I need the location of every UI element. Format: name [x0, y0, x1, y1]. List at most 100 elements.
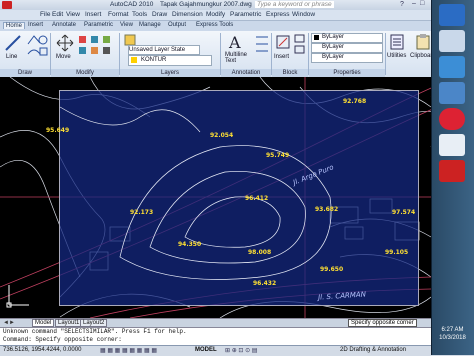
document-title: Tapak Gajahmungkur 2007.dwg	[160, 1, 252, 8]
tab-annotate[interactable]: Annotate	[52, 22, 76, 28]
menu-tools[interactable]: Tools	[132, 11, 147, 18]
menu-window[interactable]: Window	[292, 11, 315, 18]
color-swatch-icon	[314, 35, 319, 40]
insert-block-icon[interactable]	[275, 34, 291, 50]
layer-name: KONTUR	[141, 57, 167, 63]
block-panel-title: Block	[272, 69, 308, 77]
lineweight-dropdown[interactable]: ByLayer	[311, 43, 383, 53]
modify-tools-icon[interactable]	[78, 34, 116, 64]
folder-icon[interactable]	[439, 82, 465, 104]
navigation-tools-icon[interactable]: ⊞ ⊕ ⊡ ⊙ ▤	[225, 347, 257, 354]
explorer-icon[interactable]	[439, 30, 465, 52]
start-button-icon[interactable]	[439, 4, 465, 26]
tab-insert[interactable]: Insert	[28, 22, 43, 28]
contour-overlay	[59, 106, 332, 280]
properties-panel-title: Properties	[309, 69, 385, 77]
maximize-icon[interactable]: □	[420, 0, 424, 7]
elevation-label: 99.650	[320, 266, 344, 273]
line-button[interactable]: Line	[6, 54, 17, 60]
draw-tools-icon[interactable]	[26, 34, 48, 58]
annotation-panel-title: Annotation	[221, 69, 271, 77]
autocad-taskbar-icon[interactable]	[439, 160, 465, 182]
color-value: ByLayer	[322, 34, 345, 40]
cursor-tooltip: Specify opposite corner	[348, 319, 417, 327]
menu-modify[interactable]: Modify	[206, 11, 225, 18]
linetype-dropdown[interactable]: ByLayer	[311, 53, 383, 63]
windows-taskbar	[431, 0, 474, 355]
layers-panel-title: Layers	[120, 69, 220, 77]
multiline-text-button[interactable]: Multiline Text	[225, 52, 255, 64]
menu-express[interactable]: Express	[266, 11, 289, 18]
properties-panel: ByLayer ByLayer ByLayer Properties	[309, 31, 385, 77]
model-space-button[interactable]: MODEL	[195, 347, 217, 353]
elevation-label: 95.749	[266, 152, 290, 159]
utilities-icon[interactable]	[390, 34, 404, 50]
elevation-label: 93.682	[315, 206, 339, 213]
menu-parametric[interactable]: Parametric	[230, 11, 261, 18]
menu-view[interactable]: View	[66, 11, 80, 18]
command-prompt[interactable]: Command: Specify opposite corner:	[0, 336, 431, 344]
tab-express-tools[interactable]: Express Tools	[196, 22, 233, 28]
ribbon: Line Draw Move Modify Unsaved Layer Stat…	[0, 31, 474, 78]
elevation-label: 92.054	[210, 132, 234, 139]
draw-panel: Line Draw	[0, 31, 50, 77]
menu-file[interactable]: File	[40, 11, 50, 18]
menu-draw[interactable]: Draw	[152, 11, 167, 18]
text-icon[interactable]: A	[229, 33, 241, 52]
linetype-value: ByLayer	[322, 54, 345, 60]
minimize-icon[interactable]: –	[412, 0, 416, 7]
dimension-icon[interactable]	[255, 34, 269, 62]
layer-dropdown[interactable]: KONTUR	[128, 55, 212, 66]
utilities-button[interactable]: Utilities	[387, 53, 406, 59]
search-input[interactable]: Type a keyword or phrase	[255, 1, 334, 8]
tab-layout1[interactable]: Layout1	[55, 319, 83, 327]
modify-panel: Move Modify	[51, 31, 119, 77]
workspace-switcher[interactable]: 2D Drafting & Annotation	[340, 347, 406, 353]
drafting-toggles-icon[interactable]: ▦ ▦ ▦ ▦ ▦ ▦ ▦ ▦	[100, 347, 157, 354]
elevation-label: 96.432	[253, 280, 277, 287]
clipboard-icon[interactable]	[416, 34, 430, 50]
menu-dimension[interactable]: Dimension	[172, 11, 203, 18]
block-tools-icon[interactable]	[294, 34, 306, 62]
pdf-reader-icon[interactable]	[439, 134, 465, 156]
menu-edit[interactable]: Edit	[52, 11, 63, 18]
menu-bar: File Edit View Insert Format Tools Draw …	[0, 10, 474, 21]
help-icon[interactable]: ?	[400, 1, 404, 8]
command-history-line: Unknown command "SELECTSIMILAR". Press F…	[3, 328, 187, 335]
tab-manage[interactable]: Manage	[139, 22, 161, 28]
move-button[interactable]: Move	[56, 54, 71, 60]
elevation-label: 99.105	[385, 249, 409, 256]
lineweight-value: ByLayer	[322, 44, 345, 50]
status-bar: 736.5126, 1954.4244, 0.0000 ▦ ▦ ▦ ▦ ▦ ▦ …	[0, 345, 474, 356]
command-window[interactable]: Unknown command "SELECTSIMILAR". Press F…	[0, 327, 431, 346]
modify-panel-title: Modify	[51, 69, 119, 77]
draw-panel-title: Draw	[0, 69, 50, 77]
coordinate-readout: 736.5126, 1954.4244, 0.0000	[3, 347, 82, 353]
move-icon[interactable]	[56, 34, 74, 52]
drawing-canvas[interactable]: 92.768 95.649 92.054 95.749 96.412 93.68…	[0, 77, 431, 318]
tab-nav-icon[interactable]: ◄►	[3, 320, 15, 326]
elevation-label: 98.008	[248, 249, 272, 256]
layer-state-dropdown[interactable]: Unsaved Layer State	[128, 45, 200, 55]
annotation-panel: A Multiline Text Annotation	[221, 31, 271, 77]
insert-button[interactable]: Insert	[274, 54, 289, 60]
media-player-icon[interactable]	[439, 56, 465, 78]
line-icon[interactable]	[4, 34, 22, 52]
clock-time: 6:27 AM	[441, 327, 464, 333]
menu-format[interactable]: Format	[108, 11, 129, 18]
system-clock[interactable]: 6:27 AM 10/3/2018	[431, 326, 474, 342]
color-dropdown[interactable]: ByLayer	[311, 33, 383, 43]
tab-model[interactable]: Model	[32, 319, 55, 327]
menu-insert[interactable]: Insert	[85, 11, 101, 18]
chrome-icon[interactable]	[439, 108, 465, 130]
autocad-logo-icon[interactable]	[2, 1, 12, 9]
elevation-label: 96.412	[245, 195, 269, 202]
tab-layout2[interactable]: Layout2	[80, 319, 108, 327]
app-title: AutoCAD 2010	[110, 1, 154, 8]
tab-parametric[interactable]: Parametric	[84, 22, 113, 28]
elevation-label: 92.768	[343, 98, 367, 105]
tab-output[interactable]: Output	[168, 22, 186, 28]
divider	[385, 33, 386, 75]
tab-view[interactable]: View	[120, 22, 133, 28]
tab-home[interactable]: Home	[3, 22, 26, 29]
